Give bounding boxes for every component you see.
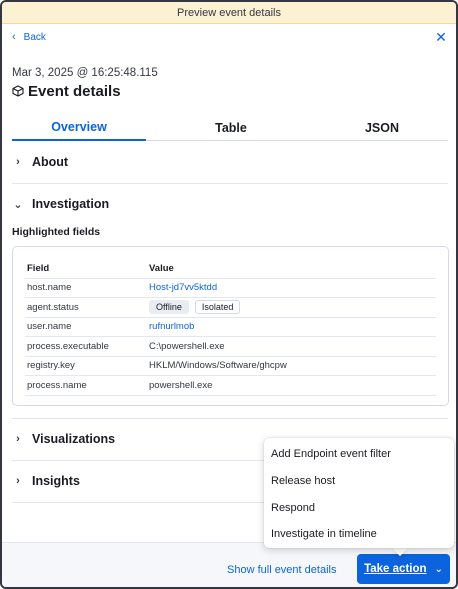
menu-item-investigate-in-timeline[interactable]: Investigate in timeline [271, 528, 377, 540]
menu-item-add-endpoint-event-filter[interactable]: Add Endpoint event filter [271, 448, 391, 460]
field-value: C:\powershell.exe [149, 340, 225, 352]
field-name: process.executable [27, 340, 109, 352]
event-timestamp: Mar 3, 2025 @ 16:25:48.115 [12, 67, 158, 79]
back-label: Back [23, 32, 46, 43]
table-row: process.name powershell.exe [25, 376, 436, 396]
table-row: process.executable C:\powershell.exe [25, 337, 436, 357]
flyout-panel: Preview event details ‹ Back ✕ Mar 3, 20… [0, 0, 458, 589]
chevron-right-icon: › [16, 475, 20, 487]
page-title: Event details [28, 82, 121, 100]
take-action-button[interactable]: Take action ⌄ [357, 554, 450, 584]
section-investigation-label: Investigation [32, 197, 110, 211]
preview-banner: Preview event details [2, 2, 456, 24]
chevron-down-icon: ⌄ [13, 198, 23, 211]
tab-table[interactable]: Table [146, 115, 316, 141]
page-title-row: Event details [12, 81, 121, 101]
field-name: user.name [27, 321, 72, 333]
field-value: powershell.exe [149, 379, 213, 391]
section-insights-label: Insights [32, 474, 80, 488]
take-action-menu: Add Endpoint event filter Release host R… [264, 438, 454, 548]
menu-item-respond[interactable]: Respond [271, 502, 315, 514]
highlighted-fields-table: Field Value host.name Host-jd7vv5ktdd ag… [25, 259, 436, 396]
tab-bar: Overview Table JSON [12, 115, 448, 141]
flyout-footer: Show full event details Take action ⌄ [2, 542, 456, 587]
chevron-right-icon: › [16, 156, 20, 168]
status-badge-isolated: Isolated [194, 300, 241, 315]
chevron-right-icon: › [16, 433, 20, 445]
field-name: registry.key [27, 360, 75, 372]
column-header-value: Value [149, 262, 174, 274]
tab-json[interactable]: JSON [316, 115, 448, 141]
back-button[interactable]: ‹ Back [12, 31, 46, 44]
field-name: agent.status [27, 301, 79, 313]
menu-item-release-host[interactable]: Release host [271, 475, 335, 487]
close-icon[interactable]: ✕ [434, 30, 448, 44]
show-full-event-details-link[interactable]: Show full event details [227, 564, 336, 576]
section-visualizations-label: Visualizations [32, 432, 116, 446]
divider [12, 183, 448, 184]
field-value: HKLM/Windows/Software/ghcpw [149, 360, 287, 372]
table-row: agent.status Offline Isolated [25, 298, 436, 318]
field-name: process.name [27, 379, 87, 391]
flyout-nav: ‹ Back ✕ [2, 30, 456, 48]
highlighted-fields-panel: Field Value host.name Host-jd7vv5ktdd ag… [12, 246, 449, 406]
user-name-link[interactable]: rufnurlmob [149, 321, 194, 332]
section-about[interactable]: › About [12, 152, 448, 172]
take-action-label: Take action [364, 563, 427, 575]
cube-icon [12, 85, 24, 97]
table-row: host.name Host-jd7vv5ktdd [25, 279, 436, 298]
host-name-link[interactable]: Host-jd7vv5ktdd [149, 282, 217, 293]
preview-banner-text: Preview event details [177, 6, 281, 19]
table-header-row: Field Value [25, 259, 436, 279]
column-header-field: Field [27, 262, 50, 274]
highlighted-fields-label: Highlighted fields [12, 226, 101, 238]
field-value-cell: Offline Isolated [149, 300, 436, 315]
section-about-label: About [32, 155, 69, 169]
section-investigation[interactable]: ⌄ Investigation [12, 194, 448, 214]
field-name: host.name [27, 282, 72, 294]
table-row: registry.key HKLM/Windows/Software/ghcpw [25, 357, 436, 376]
field-value-cell: Host-jd7vv5ktdd [149, 282, 436, 293]
status-badge-offline: Offline [149, 300, 189, 315]
table-row: user.name rufnurlmob [25, 318, 436, 337]
tab-overview[interactable]: Overview [12, 115, 146, 141]
field-value-cell: rufnurlmob [149, 321, 436, 332]
chevron-left-icon: ‹ [12, 31, 16, 43]
divider [12, 418, 448, 419]
chevron-down-icon: ⌄ [434, 563, 443, 575]
